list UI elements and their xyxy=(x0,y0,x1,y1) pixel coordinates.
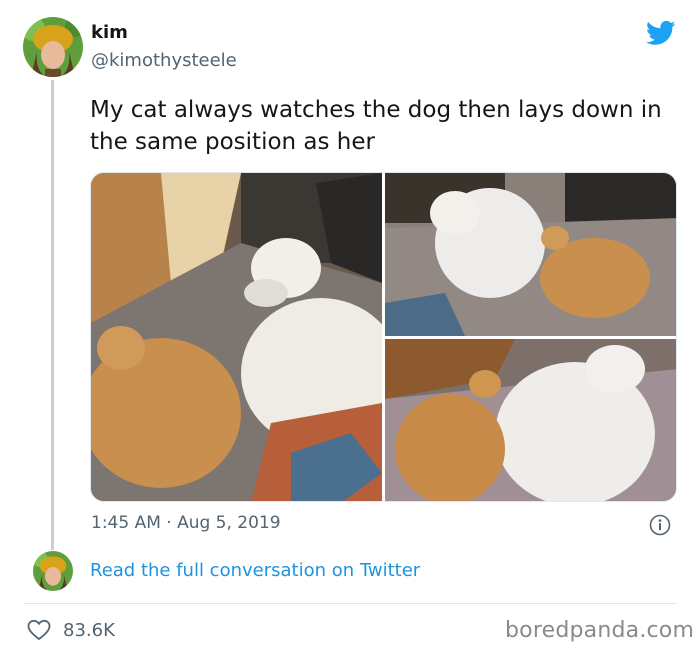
tweet-photo-3[interactable] xyxy=(385,339,676,501)
author-name[interactable]: kim xyxy=(91,22,128,43)
media-grid[interactable] xyxy=(90,172,677,502)
tweet-timestamp[interactable]: 1:45 AM · Aug 5, 2019 xyxy=(91,513,281,533)
heart-icon[interactable] xyxy=(27,619,51,641)
tweet-photo-1[interactable] xyxy=(91,173,382,501)
tweet-text: My cat always watches the dog then lays … xyxy=(90,97,662,155)
twitter-bird-icon[interactable] xyxy=(644,18,678,48)
author-avatar[interactable] xyxy=(23,17,83,77)
info-icon[interactable] xyxy=(649,514,671,536)
like-count[interactable]: 83.6K xyxy=(63,620,115,641)
read-conversation-link[interactable]: Read the full conversation on Twitter xyxy=(90,560,420,581)
reply-avatar[interactable] xyxy=(33,551,73,591)
divider xyxy=(24,603,677,604)
thread-line xyxy=(51,80,54,550)
tweet-photo-2[interactable] xyxy=(385,173,676,336)
author-handle[interactable]: @kimothysteele xyxy=(91,50,237,71)
watermark: boredpanda.com xyxy=(505,618,695,643)
